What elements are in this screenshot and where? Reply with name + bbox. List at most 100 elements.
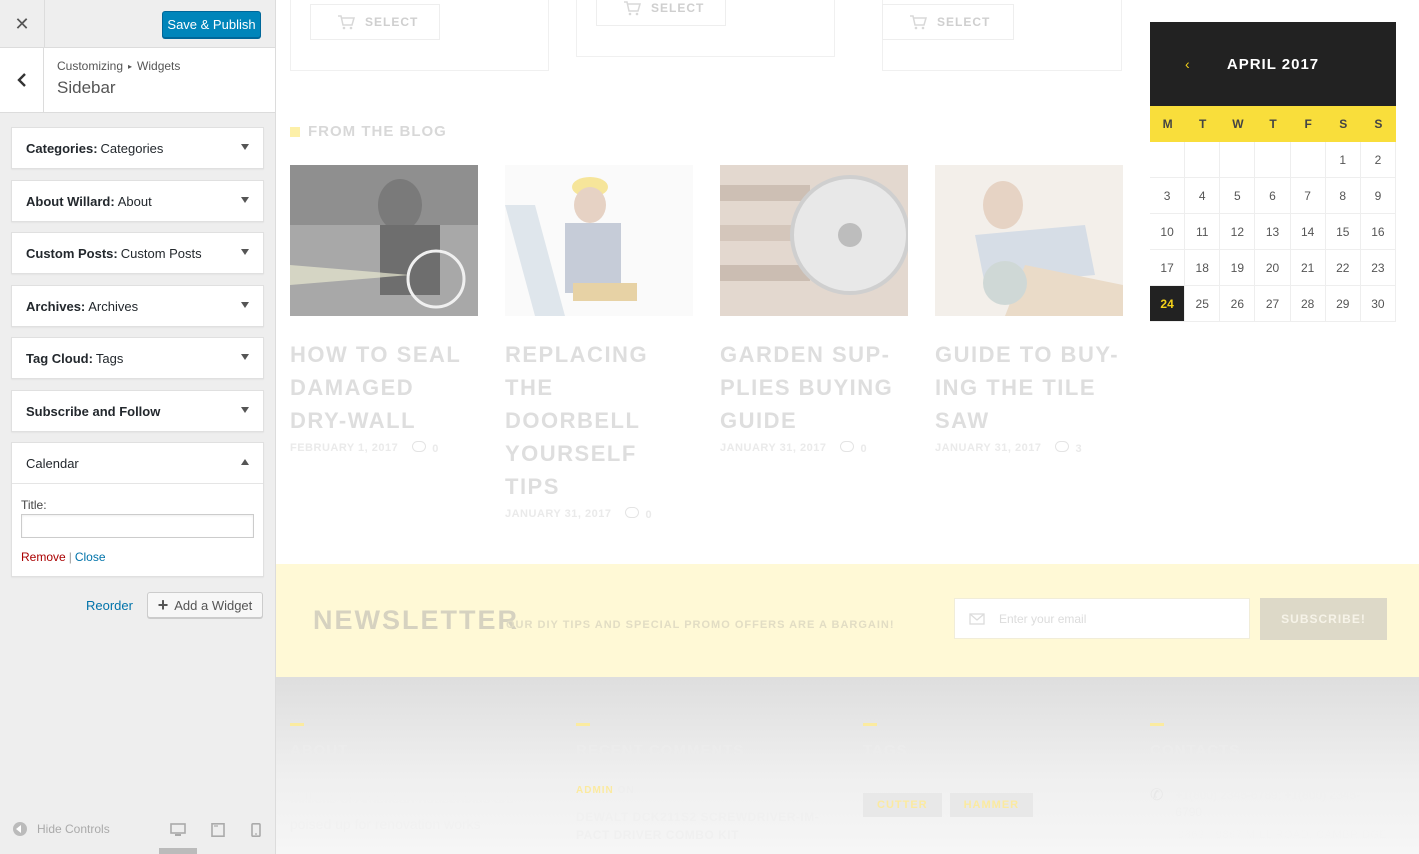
- footer-heading: ABOUT: [290, 742, 349, 759]
- calendar-day[interactable]: 8: [1325, 178, 1361, 214]
- calendar-day[interactable]: 30: [1360, 286, 1396, 322]
- calendar-day[interactable]: 23: [1360, 250, 1396, 286]
- hide-controls-button[interactable]: Hide Controls: [13, 822, 110, 836]
- weekday-label: M: [1162, 117, 1173, 131]
- calendar-day[interactable]: 10: [1150, 214, 1186, 250]
- product-select-button[interactable]: SELECT: [882, 4, 1014, 40]
- caret-down-icon[interactable]: [241, 249, 249, 255]
- subscribe-button[interactable]: SUBSCRIBE!: [1260, 598, 1387, 640]
- widget-subscribe-follow[interactable]: Subscribe and Follow: [11, 390, 264, 432]
- calendar-day[interactable]: 19: [1220, 250, 1256, 286]
- calendar-day[interactable]: 25: [1185, 286, 1221, 322]
- widget-header[interactable]: Archives: Archives: [12, 286, 263, 326]
- reorder-link[interactable]: Reorder: [86, 598, 133, 613]
- calendar-widget: ‹ APRIL 2017 MTWTFSS 1 2 3 4 5 6 7 8 9 10 11 12 13 14…: [1150, 22, 1396, 322]
- comment-count[interactable]: 3: [1055, 441, 1082, 455]
- calendar-day[interactable]: 18: [1185, 250, 1221, 286]
- post-thumbnail[interactable]: [505, 165, 693, 316]
- calendar-day[interactable]: 4: [1185, 178, 1221, 214]
- caret-down-icon[interactable]: [241, 144, 249, 150]
- calendar-day[interactable]: 26: [1220, 286, 1256, 322]
- calendar-day[interactable]: 28: [1290, 286, 1326, 322]
- widget-header[interactable]: Custom Posts: Custom Posts: [12, 233, 263, 273]
- blog-post-card[interactable]: GUIDE TO BUY-ING THE TILE SAW JANUARY 31…: [935, 165, 1123, 455]
- remove-link[interactable]: Remove: [21, 550, 66, 564]
- product-select-button[interactable]: SELECT: [596, 0, 726, 26]
- desktop-preview-icon[interactable]: [170, 823, 186, 837]
- comment-count[interactable]: 0: [840, 441, 867, 455]
- widget-calendar[interactable]: Calendar Title: Remove | Close: [11, 442, 264, 577]
- widget-header[interactable]: Calendar: [12, 443, 263, 483]
- save-publish-button[interactable]: Save & Publish: [162, 11, 261, 38]
- blog-post-card[interactable]: GARDEN SUP-PLIES BUYING GUIDE JANUARY 31…: [720, 165, 908, 455]
- widget-archives[interactable]: Archives: Archives: [11, 285, 264, 327]
- widget-header[interactable]: Tag Cloud: Tags: [12, 338, 263, 378]
- contact-address: 9863 - 9867 MILL ROAD, CAMBRIDGE: [1178, 829, 1388, 841]
- post-title[interactable]: HOW TO SEAL DAMAGED DRY-WALL: [290, 338, 478, 437]
- post-thumbnail[interactable]: [290, 165, 478, 316]
- calendar-day[interactable]: 21: [1290, 250, 1326, 286]
- post-title[interactable]: GARDEN SUP-PLIES BUYING GUIDE: [720, 338, 908, 437]
- calendar-header: ‹ APRIL 2017: [1150, 22, 1396, 106]
- calendar-day[interactable]: 1: [1325, 142, 1361, 178]
- calendar-day[interactable]: 29: [1325, 286, 1361, 322]
- calendar-day[interactable]: 20: [1255, 250, 1291, 286]
- calendar-day[interactable]: 7: [1290, 178, 1326, 214]
- blog-post-card[interactable]: HOW TO SEAL DAMAGED DRY-WALL FEBRUARY 1,…: [290, 165, 478, 455]
- add-widget-button[interactable]: + Add a Widget: [147, 592, 263, 618]
- calendar-day[interactable]: 9: [1360, 178, 1396, 214]
- calendar-day[interactable]: 14: [1290, 214, 1326, 250]
- contact-phone: ✆ +1(800) 2345-6789; +1(800) 2345-6790: [1150, 787, 1387, 821]
- electrician-ladder-image: [505, 165, 693, 316]
- calendar-day[interactable]: 5: [1220, 178, 1256, 214]
- widget-header[interactable]: Subscribe and Follow: [12, 391, 263, 431]
- post-thumbnail[interactable]: [720, 165, 908, 316]
- calendar-day[interactable]: 12: [1220, 214, 1256, 250]
- mobile-preview-icon[interactable]: [248, 823, 264, 837]
- product-select-button[interactable]: SELECT: [310, 4, 440, 40]
- calendar-day[interactable]: 27: [1255, 286, 1291, 322]
- post-title[interactable]: GUIDE TO BUY-ING THE TILE SAW: [935, 338, 1123, 437]
- calendar-day[interactable]: 22: [1325, 250, 1361, 286]
- post-thumbnail[interactable]: [935, 165, 1123, 316]
- caret-down-icon[interactable]: [241, 354, 249, 360]
- calendar-day[interactable]: 16: [1360, 214, 1396, 250]
- cart-icon: [624, 1, 641, 16]
- widget-about[interactable]: About Willard: About: [11, 180, 264, 222]
- widget-header[interactable]: About Willard: About: [12, 181, 263, 221]
- close-link[interactable]: Close: [75, 550, 106, 564]
- caret-down-icon[interactable]: [241, 407, 249, 413]
- blog-post-card[interactable]: REPLACING THE DOORBELL YOURSELF TIPS JAN…: [505, 165, 693, 521]
- comment-post-link[interactable]: DEWALT DCK211S2 SCREWDRIVER-IM-PACT DRIV…: [576, 808, 826, 844]
- calendar-day[interactable]: 13: [1255, 214, 1291, 250]
- heading-dash: [576, 723, 590, 726]
- widget-categories[interactable]: Categories: Categories: [11, 127, 264, 169]
- calendar-day-today[interactable]: 24: [1150, 286, 1186, 322]
- comment-author[interactable]: ADMIN: [576, 785, 614, 796]
- caret-down-icon[interactable]: [241, 197, 249, 203]
- caret-up-icon[interactable]: [241, 459, 249, 465]
- newsletter-email-input[interactable]: Enter your email: [954, 598, 1250, 639]
- tag-pill[interactable]: HAMMER: [949, 793, 1034, 817]
- title-input[interactable]: [21, 514, 254, 538]
- tag-pill[interactable]: CUTTER: [863, 793, 942, 817]
- tablet-preview-icon[interactable]: [210, 823, 226, 837]
- comment-count[interactable]: 0: [412, 441, 439, 455]
- close-customizer-button[interactable]: ✕: [0, 0, 45, 48]
- widget-tag-cloud[interactable]: Tag Cloud: Tags: [11, 337, 264, 379]
- calendar-day[interactable]: 6: [1255, 178, 1291, 214]
- calendar-day[interactable]: 17: [1150, 250, 1186, 286]
- back-button[interactable]: [0, 48, 44, 112]
- widget-actions: Remove | Close: [21, 550, 254, 564]
- post-title[interactable]: REPLACING THE DOORBELL YOURSELF TIPS: [505, 338, 693, 503]
- chevron-left-icon: [16, 73, 26, 87]
- chevron-left-icon[interactable]: ‹: [1185, 56, 1190, 72]
- calendar-day[interactable]: 15: [1325, 214, 1361, 250]
- calendar-day[interactable]: 11: [1185, 214, 1221, 250]
- calendar-day[interactable]: 3: [1150, 178, 1186, 214]
- calendar-day[interactable]: 2: [1360, 142, 1396, 178]
- caret-down-icon[interactable]: [241, 302, 249, 308]
- comment-count[interactable]: 0: [625, 507, 652, 521]
- widget-header[interactable]: Categories: Categories: [12, 128, 263, 168]
- widget-custom-posts[interactable]: Custom Posts: Custom Posts: [11, 232, 264, 274]
